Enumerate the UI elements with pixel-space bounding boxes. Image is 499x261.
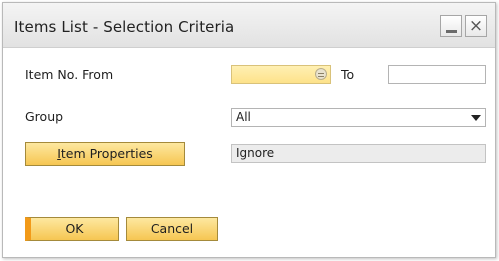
close-icon: × [468, 16, 484, 36]
close-button[interactable]: × [465, 15, 487, 37]
ok-button-label: OK [65, 221, 84, 236]
window-title: Items List - Selection Criteria [14, 18, 235, 36]
cancel-button[interactable]: Cancel [126, 217, 218, 241]
group-label: Group [25, 109, 64, 124]
item-properties-button-label: Item Properties [57, 146, 153, 161]
chevron-down-icon[interactable] [471, 115, 481, 121]
minimize-button[interactable] [440, 15, 462, 37]
item-properties-button[interactable]: Item Properties [25, 142, 185, 166]
cancel-button-label: Cancel [150, 221, 194, 236]
minimize-icon [446, 30, 457, 33]
title-bar[interactable]: Items List - Selection Criteria × [3, 3, 495, 48]
group-dropdown[interactable]: All [231, 108, 486, 127]
to-label: To [341, 67, 355, 82]
item-no-to-input[interactable] [388, 65, 486, 84]
item-properties-field: Ignore [231, 144, 486, 163]
ok-button[interactable]: OK [25, 217, 119, 241]
item-properties-value: Ignore [236, 146, 275, 160]
group-selected-value: All [236, 110, 251, 124]
chooser-icon[interactable] [315, 68, 327, 80]
selection-criteria-window: Items List - Selection Criteria × Item N… [2, 2, 496, 258]
item-no-from-input[interactable] [231, 65, 331, 84]
item-no-from-label: Item No. From [25, 67, 114, 82]
